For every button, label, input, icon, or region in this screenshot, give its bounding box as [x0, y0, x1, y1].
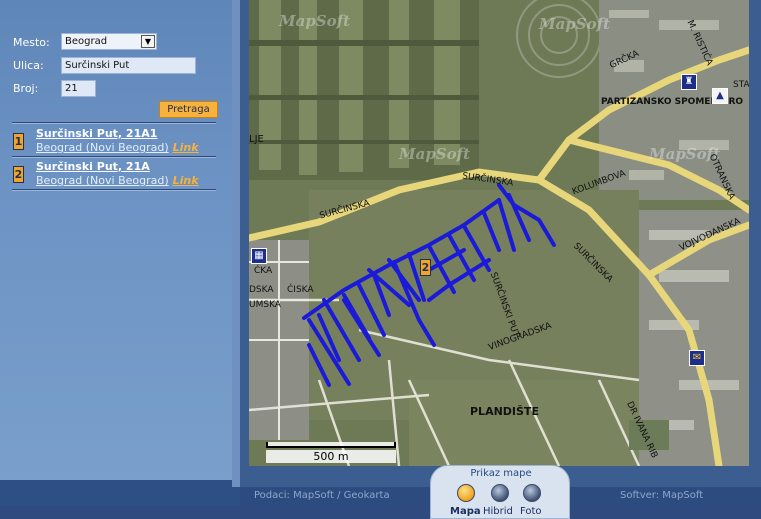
map-type-switcher: Prikaz mape Mapa Hibrid Foto	[430, 465, 570, 519]
result-location[interactable]: Beograd (Novi Beograd)	[36, 174, 169, 187]
result-subtitle[interactable]: Beograd (Novi Beograd) Link	[36, 141, 199, 154]
result-link[interactable]: Link	[173, 174, 199, 187]
mesto-select[interactable]: Beograd ▼	[61, 33, 157, 50]
map-type-title: Prikaz mape	[470, 468, 532, 479]
result-title[interactable]: Surčinski Put, 21A	[36, 160, 150, 173]
street-label: ĆISKA	[287, 285, 314, 295]
software-credit: Softver: MapSoft	[620, 490, 704, 501]
result-subtitle[interactable]: Beograd (Novi Beograd) Link	[36, 174, 199, 187]
map-type-foto-label[interactable]: Foto	[520, 506, 542, 517]
divider	[12, 189, 216, 191]
street-label: DSKA	[249, 285, 274, 295]
divider	[12, 156, 216, 158]
map-type-mapa-label[interactable]: Mapa	[450, 506, 481, 517]
ulica-label: Ulica:	[13, 59, 44, 72]
police-icon[interactable]: ♜	[681, 74, 697, 90]
map-type-hibrid-button[interactable]	[491, 484, 509, 502]
mesto-value: Beograd	[65, 36, 108, 47]
bottom-strip	[0, 506, 761, 519]
building-icon[interactable]: ▦	[251, 248, 267, 264]
watermark: MapSoft	[279, 12, 351, 30]
map-view[interactable]: MapSoft MapSoft MapSoft MapSoft SURČINSK…	[249, 0, 749, 466]
scale-bar: 500 m	[266, 440, 396, 464]
map-type-hibrid-label[interactable]: Hibrid	[483, 506, 513, 517]
chevron-down-icon[interactable]: ▼	[141, 35, 155, 48]
broj-label: Broj:	[13, 82, 39, 95]
mesto-label: Mesto:	[13, 36, 50, 49]
mail-icon[interactable]: ✉	[689, 350, 705, 366]
divider	[12, 122, 216, 124]
monument-icon[interactable]: ▲	[712, 88, 728, 104]
watermark: MapSoft	[539, 15, 611, 33]
result-link[interactable]: Link	[173, 141, 199, 154]
result-number-badge: 2	[13, 166, 24, 183]
satellite-map[interactable]	[249, 0, 749, 466]
place-label: PLANDIŠTE	[470, 405, 539, 418]
street-label: ĆKA	[254, 266, 273, 276]
search-button[interactable]: Pretraga	[159, 101, 218, 118]
watermark: MapSoft	[399, 145, 471, 163]
scale-label: 500 m	[266, 450, 396, 463]
scale-line	[266, 442, 396, 448]
place-label: LJE	[249, 134, 264, 145]
result-number-badge: 1	[13, 133, 24, 150]
broj-input[interactable]: 21	[61, 80, 96, 97]
place-label: STA	[733, 80, 749, 90]
ulica-input[interactable]: Surčinski Put	[61, 57, 196, 74]
data-credit: Podaci: MapSoft / Geokarta	[254, 490, 390, 501]
map-type-mapa-button[interactable]	[457, 484, 475, 502]
search-panel: Mesto: Beograd ▼ Ulica: Surčinski Put Br…	[0, 0, 232, 480]
result-title[interactable]: Surčinski Put, 21A1	[36, 127, 157, 140]
street-label: UMSKA	[249, 300, 281, 310]
result-location[interactable]: Beograd (Novi Beograd)	[36, 141, 169, 154]
map-type-foto-button[interactable]	[523, 484, 541, 502]
result-marker[interactable]: 2	[420, 259, 431, 276]
